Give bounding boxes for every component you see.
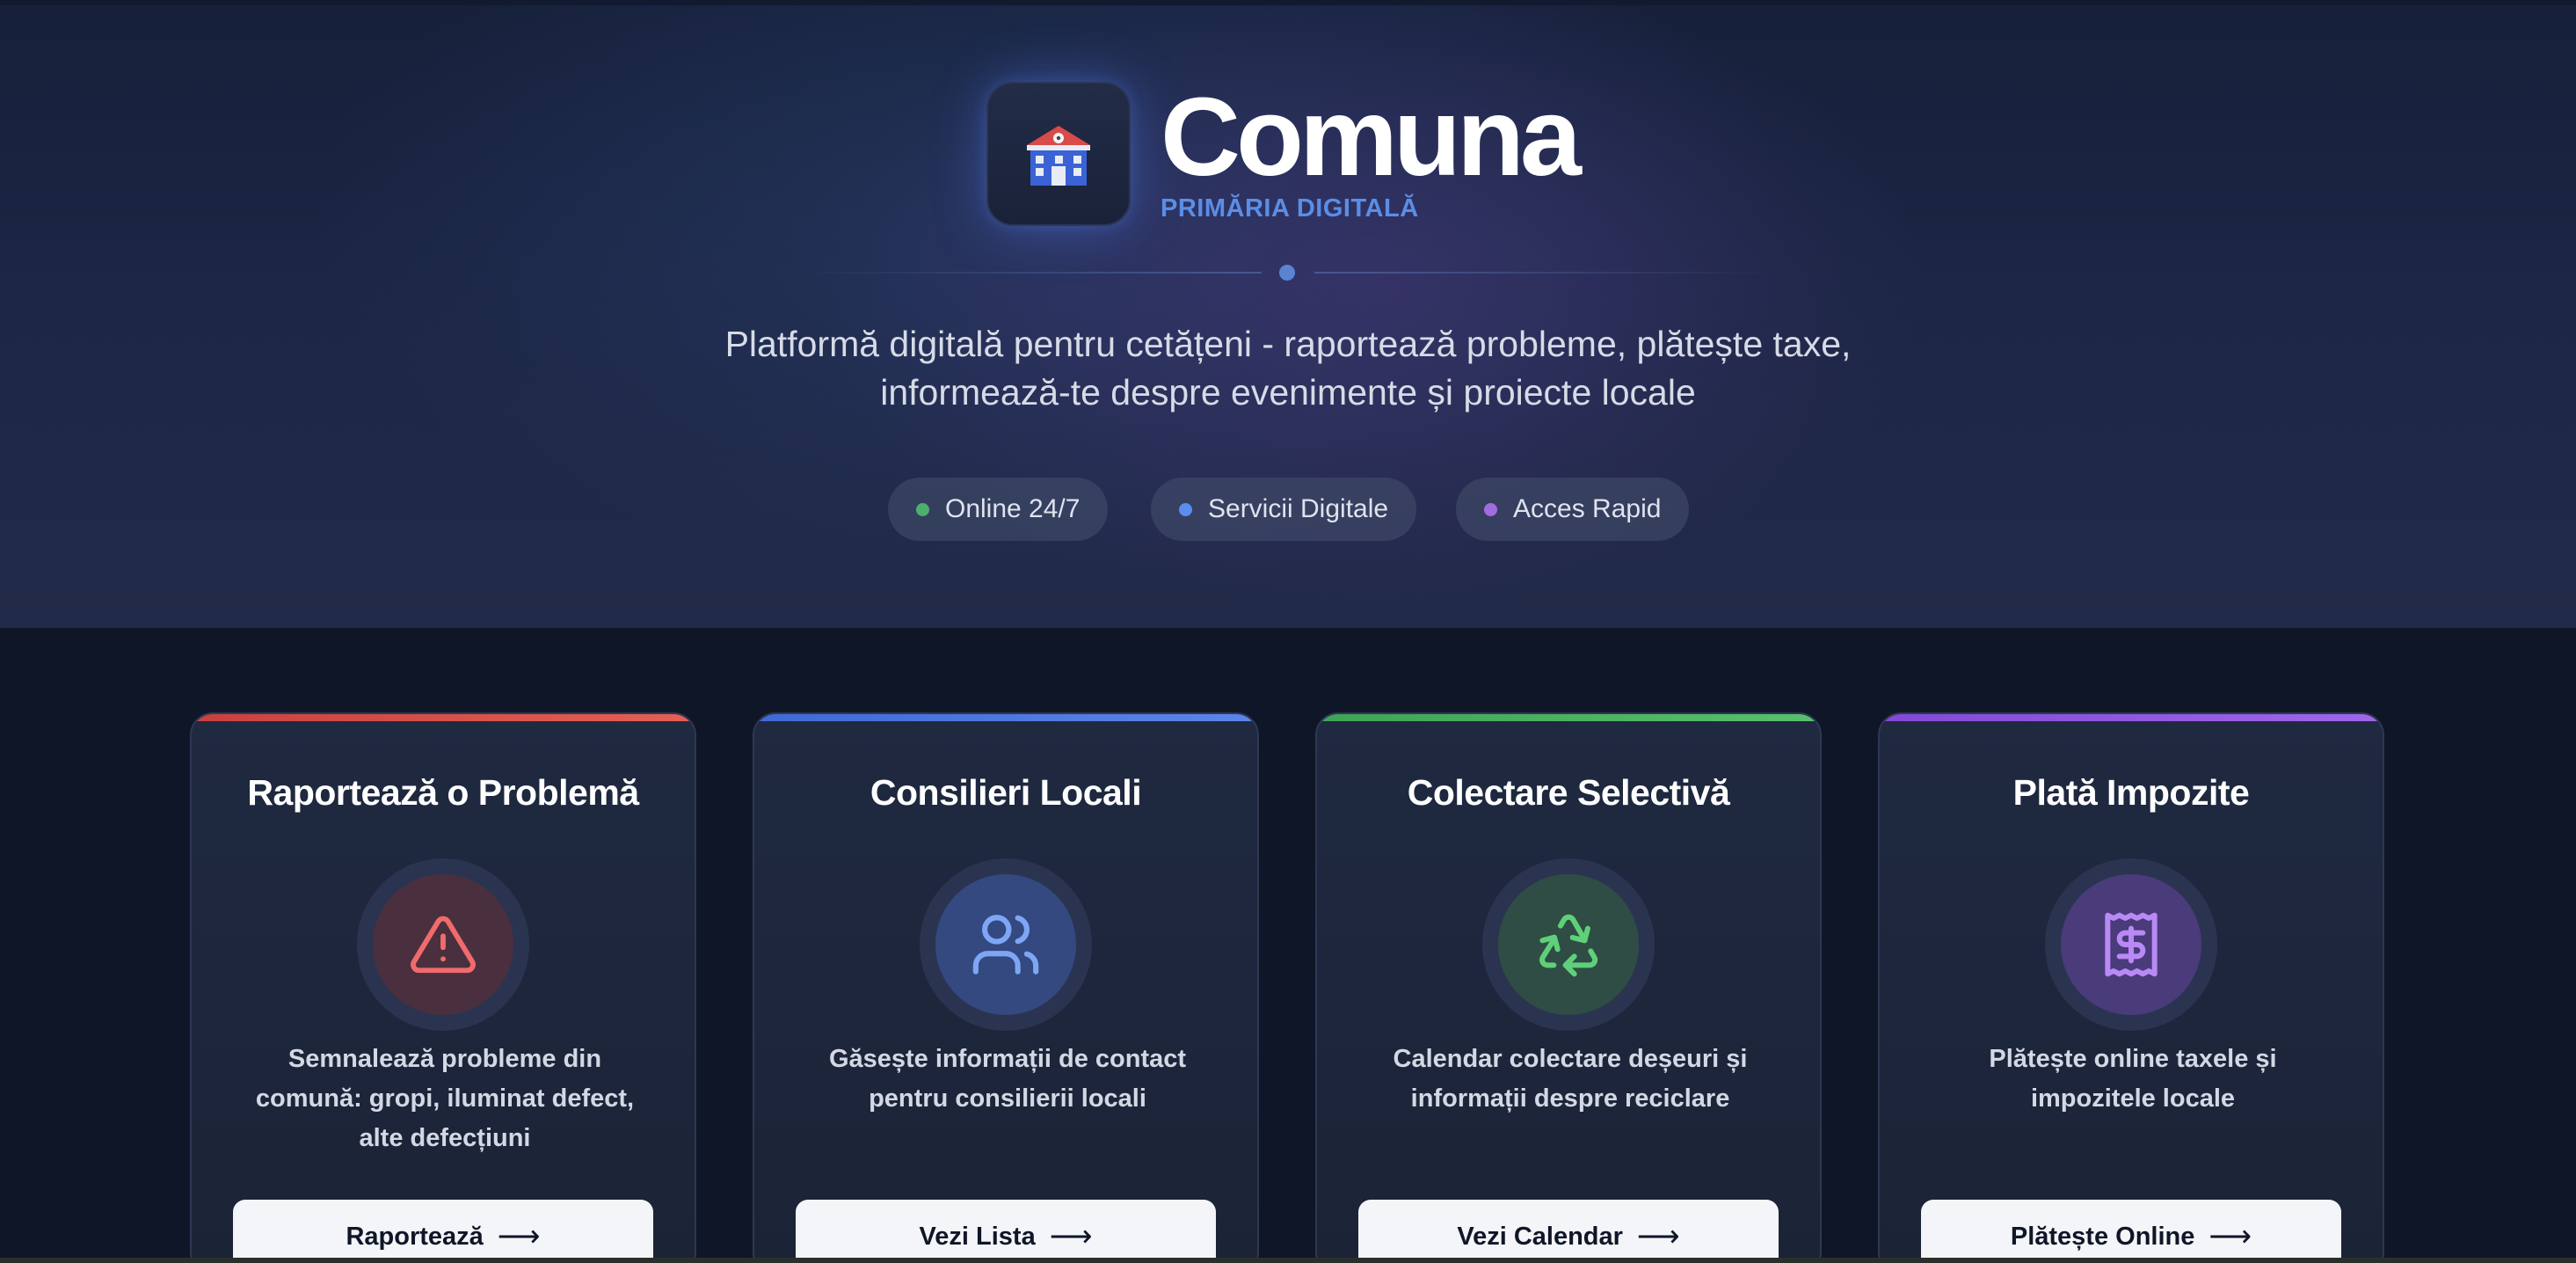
recycle-icon — [1539, 914, 1598, 977]
brand-title: Comuna — [1161, 74, 1582, 199]
desc-line: Semnalează probleme din — [287, 1045, 602, 1073]
brand-subtitle: PRIMĂRIA DIGITALĂ — [1161, 193, 1419, 223]
arrow-right-icon: ⟶ — [2209, 1220, 2252, 1253]
badge-online: Online 24/7 — [888, 478, 1109, 541]
view-calendar-button[interactable]: Vezi Calendar ⟶ — [1358, 1200, 1779, 1263]
card-accent-bar — [1880, 714, 2383, 721]
top-border — [0, 0, 2576, 5]
card-accent-bar — [1317, 714, 1820, 721]
brand-header: Comuna PRIMĂRIA DIGITALĂ — [986, 74, 1582, 227]
card-title: Raportează o Problemă — [247, 772, 639, 813]
feature-badges: Online 24/7 Servicii Digitale Acces Rapi… — [0, 478, 2576, 541]
hero-section: Comuna PRIMĂRIA DIGITALĂ Platformă digit… — [0, 0, 2576, 628]
card-icon-bg — [2061, 874, 2201, 1015]
card-icon-bg — [935, 874, 1076, 1015]
badge-label: Servicii Digitale — [1208, 494, 1389, 523]
card-description: Semnalează probleme din comună: gropi, i… — [236, 1040, 654, 1158]
badge-digital-services: Servicii Digitale — [1151, 478, 1417, 541]
arrow-right-icon: ⟶ — [497, 1220, 541, 1253]
town-hall-icon — [1027, 126, 1090, 186]
desc-line: informații despre reciclare — [1410, 1084, 1730, 1113]
report-button[interactable]: Raportează ⟶ — [233, 1200, 653, 1263]
pay-online-button[interactable]: Plătește Online ⟶ — [1921, 1200, 2341, 1263]
card-accent-bar — [754, 714, 1257, 721]
desc-line: Plătește online taxele și — [1989, 1045, 2277, 1073]
status-dot-icon — [1484, 502, 1497, 516]
hero-tagline: Platformă digitală pentru cetățeni - rap… — [563, 320, 2013, 417]
card-icon-ring — [920, 858, 1092, 1031]
button-label: Raportează — [346, 1222, 484, 1251]
card-icon-ring — [2045, 858, 2217, 1031]
divider-right — [1314, 272, 1780, 274]
card-tax-payment: Plată Impozite Plătește online taxele și… — [1878, 712, 2384, 1263]
card-selective-collection: Colectare Selectivă Calendar colectare d… — [1315, 712, 1822, 1263]
card-icon-ring — [357, 858, 529, 1031]
desc-line: comună: gropi, iluminat defect, — [255, 1084, 635, 1113]
card-icon-ring — [1482, 858, 1655, 1031]
card-description: Plătește online taxele și impozitele loc… — [1924, 1040, 2342, 1119]
status-dot-icon — [1179, 502, 1192, 516]
card-description: Găsește informații de contact pentru con… — [798, 1040, 1217, 1119]
button-label: Plătește Online — [2010, 1222, 2195, 1251]
button-label: Vezi Calendar — [1457, 1222, 1623, 1251]
card-accent-bar — [192, 714, 695, 721]
tagline-line-2: informează-te despre evenimente și proie… — [880, 372, 1696, 412]
services-grid: Raportează o Problemă Semnalează problem… — [0, 712, 2576, 1263]
tagline-line-1: Platformă digitală pentru cetățeni - rap… — [724, 324, 1852, 364]
logo — [986, 82, 1131, 226]
desc-line: impozitele locale — [2030, 1084, 2236, 1113]
desc-line: pentru consilierii locali — [869, 1084, 1146, 1113]
card-title: Plată Impozite — [2012, 772, 2250, 813]
card-description: Calendar colectare deșeuri și informații… — [1361, 1040, 1779, 1119]
warning-triangle-icon — [411, 916, 476, 974]
receipt-dollar-icon — [2105, 912, 2158, 977]
badge-label: Acces Rapid — [1513, 494, 1662, 523]
users-icon — [972, 915, 1039, 975]
card-title: Colectare Selectivă — [1407, 772, 1730, 813]
status-dot-icon — [916, 502, 929, 516]
card-icon-bg — [1498, 874, 1639, 1015]
arrow-right-icon: ⟶ — [1636, 1220, 1680, 1253]
button-label: Vezi Lista — [919, 1222, 1036, 1251]
card-report-problem: Raportează o Problemă Semnalează problem… — [190, 712, 696, 1263]
badge-fast-access: Acces Rapid — [1456, 478, 1690, 541]
badge-label: Online 24/7 — [945, 494, 1081, 523]
divider-left — [796, 272, 1262, 274]
card-local-councillors: Consilieri Locali Găsește informații de … — [753, 712, 1259, 1263]
bottom-strip — [0, 1258, 2576, 1263]
desc-line: alte defecțiuni — [359, 1124, 531, 1152]
desc-line: Calendar colectare deșeuri și — [1393, 1045, 1748, 1073]
view-list-button[interactable]: Vezi Lista ⟶ — [796, 1200, 1216, 1263]
card-title: Consilieri Locali — [870, 772, 1142, 813]
desc-line: Găsește informații de contact — [828, 1045, 1187, 1073]
divider-dot — [1279, 265, 1295, 281]
arrow-right-icon: ⟶ — [1049, 1220, 1093, 1253]
card-icon-bg — [373, 874, 513, 1015]
